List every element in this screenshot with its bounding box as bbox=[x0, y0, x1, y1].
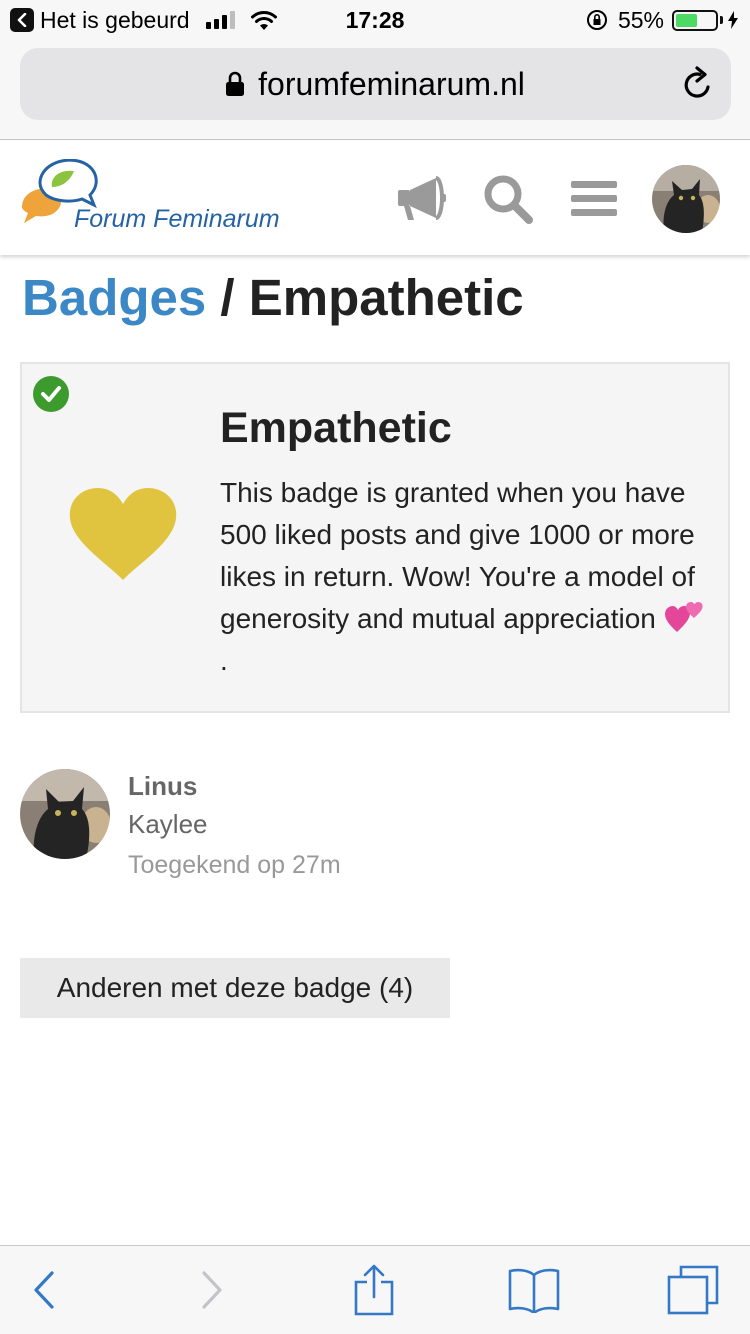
reload-icon[interactable] bbox=[681, 66, 715, 102]
rotation-lock-icon bbox=[586, 10, 607, 30]
others-with-badge-button[interactable]: Anderen met deze badge (4) bbox=[20, 958, 450, 1018]
charging-bolt-icon bbox=[728, 11, 738, 29]
megaphone-button[interactable] bbox=[394, 171, 450, 227]
padlock-icon bbox=[226, 71, 245, 96]
badge-description-text: This badge is granted when you have 500 … bbox=[220, 477, 695, 634]
badge-grant-info: Linus Kaylee Toegekend op 27m bbox=[20, 769, 730, 889]
chevron-left-icon bbox=[34, 1271, 54, 1309]
heart-icon bbox=[69, 488, 177, 580]
address-bar[interactable]: forumfeminarum.nl bbox=[20, 48, 731, 120]
status-bar: Het is gebeurd 17:28 55% bbox=[0, 0, 750, 40]
granted-user-name[interactable]: Linus bbox=[128, 771, 197, 802]
battery-level-fill bbox=[676, 13, 697, 27]
chevron-right-icon bbox=[202, 1271, 222, 1309]
tabs-icon bbox=[667, 1265, 719, 1315]
search-button[interactable] bbox=[480, 171, 536, 227]
bookmarks-button[interactable] bbox=[502, 1258, 566, 1322]
browser-toolbar bbox=[0, 1245, 750, 1334]
tabs-button[interactable] bbox=[661, 1258, 725, 1322]
check-circle-icon bbox=[41, 386, 61, 402]
granted-user-avatar[interactable] bbox=[20, 769, 110, 859]
url-text[interactable]: forumfeminarum.nl bbox=[258, 66, 525, 103]
badge-description-end: . bbox=[220, 645, 228, 676]
menu-button[interactable] bbox=[566, 171, 622, 227]
breadcrumb-current: Empathetic bbox=[248, 269, 524, 326]
book-icon bbox=[508, 1268, 560, 1313]
header-icons bbox=[394, 165, 720, 233]
breadcrumb-badges-link[interactable]: Badges bbox=[22, 269, 206, 326]
granted-user-title: Kaylee bbox=[128, 809, 208, 839]
breadcrumb-separator: / bbox=[206, 269, 249, 326]
share-icon bbox=[354, 1264, 394, 1316]
search-icon bbox=[484, 175, 533, 224]
hamburger-menu-icon bbox=[571, 181, 617, 216]
granted-timestamp: Toegekend op 27m bbox=[128, 851, 341, 879]
battery-cap bbox=[720, 16, 723, 24]
forward-button[interactable] bbox=[180, 1258, 244, 1322]
back-button[interactable] bbox=[12, 1258, 76, 1322]
megaphone-icon bbox=[398, 176, 446, 220]
battery-percent: 55% bbox=[617, 6, 664, 33]
granted-check-badge bbox=[33, 376, 69, 412]
current-user-avatar[interactable] bbox=[652, 165, 720, 233]
black-cat-avatar-image bbox=[652, 165, 720, 233]
black-cat-avatar-image bbox=[20, 769, 110, 859]
status-right: 55% bbox=[586, 6, 738, 34]
badge-card: Empathetic This badge is granted when yo… bbox=[20, 362, 730, 713]
battery-icon bbox=[672, 9, 718, 31]
badge-name: Empathetic bbox=[220, 404, 452, 452]
two-hearts-emoji-icon bbox=[664, 602, 703, 632]
page-title: Badges / Empathetic bbox=[22, 268, 524, 327]
site-logo[interactable]: Forum Feminarum bbox=[20, 159, 290, 239]
logo-text: Forum Feminarum bbox=[74, 205, 280, 233]
site-header: Forum Feminarum bbox=[0, 141, 750, 255]
address-bar-content: forumfeminarum.nl bbox=[20, 48, 731, 120]
browser-address-area: forumfeminarum.nl bbox=[0, 40, 750, 140]
badge-description: This badge is granted when you have 500 … bbox=[220, 472, 710, 682]
share-button[interactable] bbox=[342, 1258, 406, 1322]
